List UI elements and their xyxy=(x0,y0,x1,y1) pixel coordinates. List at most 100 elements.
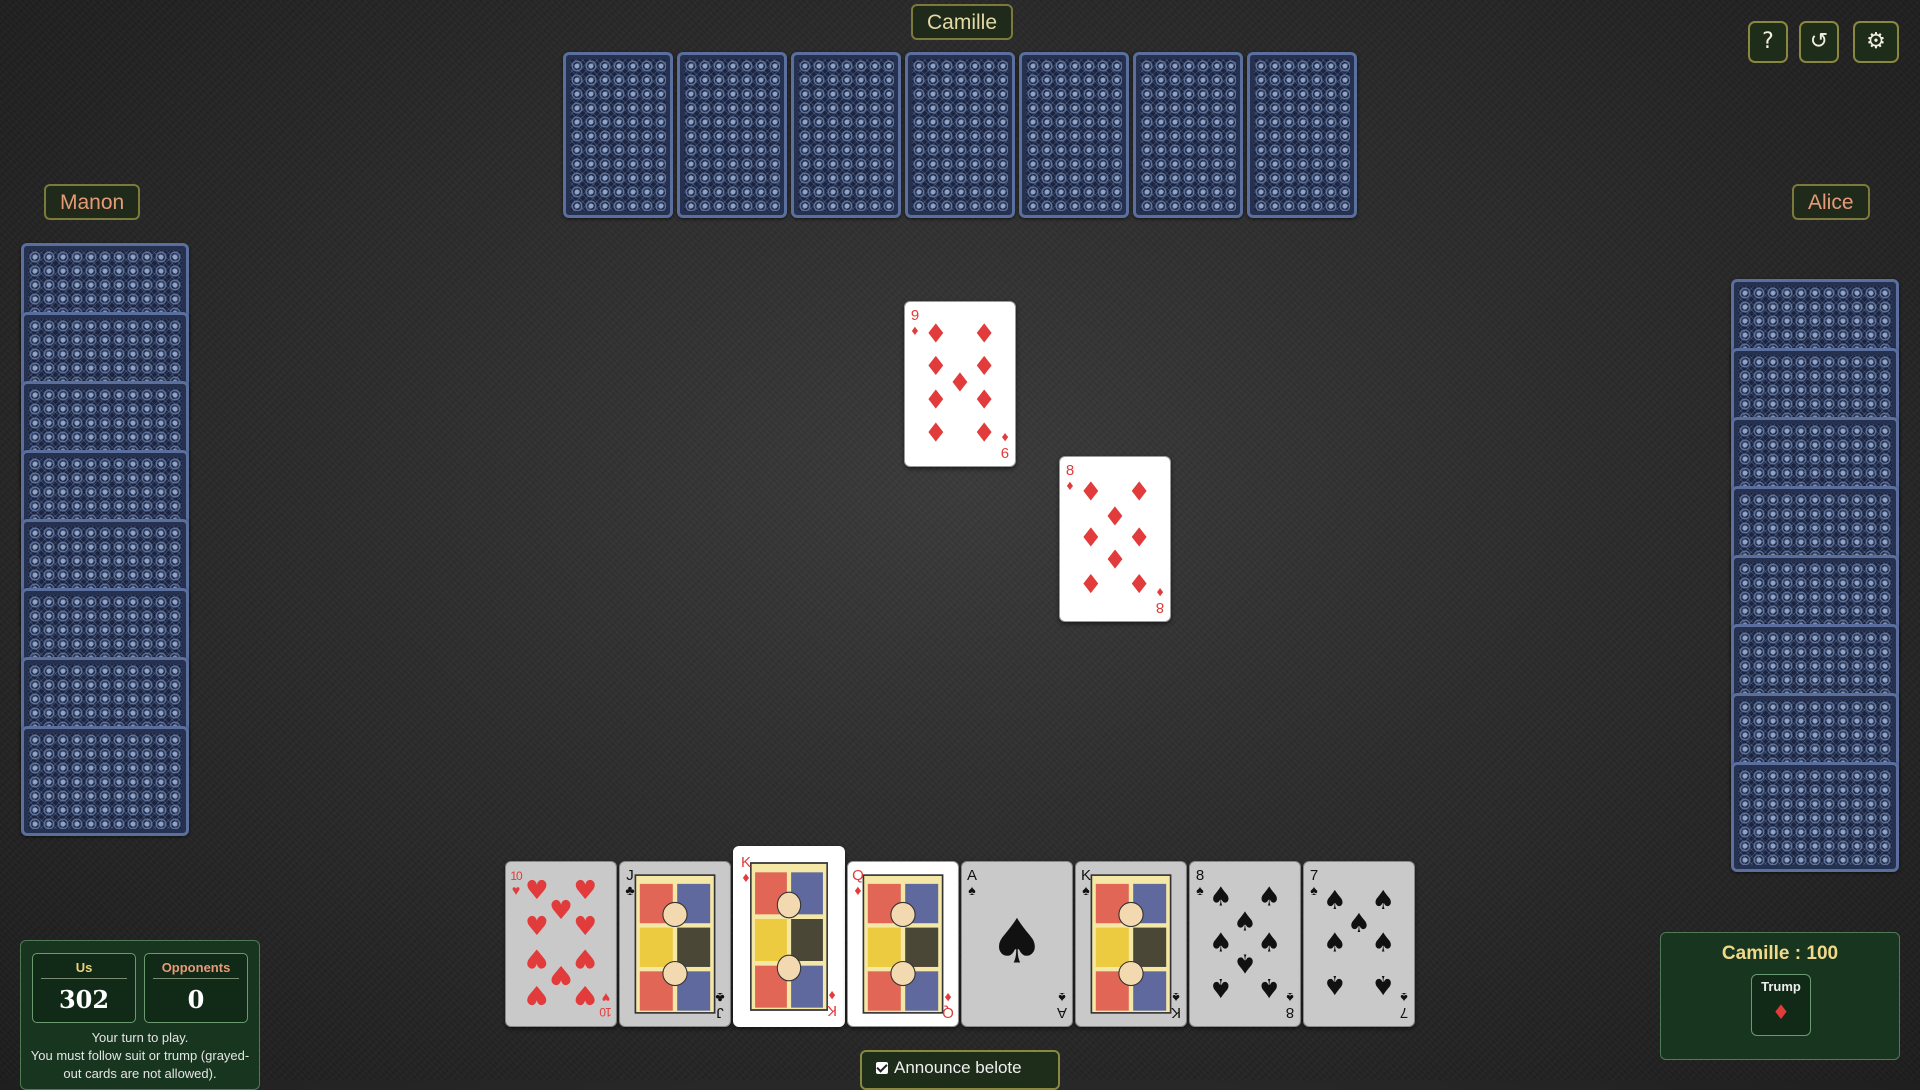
diamond-pip-icon: ♦ xyxy=(1127,524,1151,554)
card-corner-index: 7 ♠ xyxy=(1397,990,1411,1021)
club-icon: ♣ xyxy=(625,882,635,898)
diamond-pip-icon: ♦ xyxy=(1079,478,1103,508)
card-back xyxy=(791,52,901,218)
card-rank: 9 xyxy=(1000,444,1010,461)
card-rank: 8 xyxy=(1155,599,1165,616)
opponents-score: 0 xyxy=(187,985,205,1014)
card-rank: J xyxy=(626,867,634,884)
court-face xyxy=(662,960,688,987)
heart-pip-icon: ♥ xyxy=(549,959,573,989)
card-corner-index: 7 ♠ xyxy=(1307,867,1321,897)
played-card-right[interactable]: ♦ ♦ ♦ ♦ ♦ ♦ ♦ ♦ 8 ♦ 8 ♦ xyxy=(1059,456,1171,622)
heart-pip-icon: ♥ xyxy=(573,979,597,1009)
played-card-top[interactable]: ♦ ♦ ♦ ♦ ♦ ♦ ♦ ♦ ♦ 9 ♦ 9 ♦ xyxy=(904,301,1016,467)
diamond-pip-icon: ♦ xyxy=(1079,567,1103,597)
card-rank: 9 xyxy=(910,307,920,324)
card-corner-index: J ♣ xyxy=(713,990,727,1021)
checkbox-checked-icon[interactable] xyxy=(876,1062,888,1074)
status-line-1: Your turn to play. xyxy=(91,1030,189,1045)
court-robe xyxy=(755,919,787,961)
opponents-label: Opponents xyxy=(153,960,239,979)
spade-pip-icon: ♠ xyxy=(1257,972,1281,1002)
heart-pip-icon: ♥ xyxy=(573,912,597,942)
diamond-icon: ♦ xyxy=(911,322,919,338)
spade-pip-icon: ♠ xyxy=(1209,972,1233,1002)
spade-pip-icon: ♠ xyxy=(1209,883,1233,913)
hand-card: ♠ ♠ ♠ ♠ ♠ ♠ ♠ 7 ♠ 7 ♠ xyxy=(1303,861,1415,1027)
card-rank: K xyxy=(1080,867,1091,884)
heart-icon: ♥ xyxy=(511,882,521,898)
card-rank: A xyxy=(966,867,977,884)
diamond-pip-icon: ♦ xyxy=(924,352,948,382)
diamond-icon: ♦ xyxy=(1156,585,1164,601)
hand-card: J ♣ J ♣ xyxy=(619,861,731,1027)
card-back xyxy=(1247,52,1357,218)
card-rank: K xyxy=(1171,1004,1182,1021)
heart-pip-icon: ♥ xyxy=(525,912,549,942)
court-face xyxy=(890,960,916,987)
heart-pip-icon: ♥ xyxy=(525,943,549,973)
spade-pip-icon: ♠ xyxy=(1371,929,1395,959)
score-panel: Us 302 Opponents 0 Your turn to play. Yo… xyxy=(20,940,260,1090)
gear-icon: ⚙ xyxy=(1866,29,1886,54)
spade-pip-icon: ♠ xyxy=(1233,948,1257,978)
card-corner-index: 9 ♦ xyxy=(998,430,1012,461)
spade-icon: ♠ xyxy=(1172,990,1180,1006)
court-robe xyxy=(1095,927,1129,967)
card-corner-index: J ♣ xyxy=(623,867,637,898)
card-corner-index: A ♠ xyxy=(1055,990,1069,1021)
card-rank: J xyxy=(716,1004,724,1021)
player-name-right: Alice xyxy=(1792,184,1870,220)
card-rank: A xyxy=(1057,1004,1068,1021)
spade-pip-icon: ♠ xyxy=(1257,883,1281,913)
status-message: Your turn to play. You must follow suit … xyxy=(27,1029,253,1083)
card-rank: 10 xyxy=(600,1005,612,1019)
heart-pip-icon: ♥ xyxy=(573,943,597,973)
spade-icon: ♠ xyxy=(1082,882,1090,898)
card-rank: Q xyxy=(852,867,864,884)
court-robe xyxy=(677,927,711,967)
diamond-icon: ♦ xyxy=(1772,1000,1790,1024)
us-score: 302 xyxy=(58,985,110,1014)
announce-belote-toggle[interactable]: Announce belote xyxy=(860,1050,1060,1090)
card-rank: 8 xyxy=(1065,462,1075,479)
help-button[interactable]: ? xyxy=(1748,21,1788,63)
card-back xyxy=(563,52,673,218)
court-robe xyxy=(639,927,673,967)
status-line-2: You must follow suit or trump (grayed-ou… xyxy=(30,1048,250,1081)
hand-card[interactable]: K ♦ K ♦ xyxy=(733,846,845,1027)
hand-card: K ♠ K ♠ xyxy=(1075,861,1187,1027)
diamond-pip-icon: ♦ xyxy=(972,383,996,413)
card-rank: 7 xyxy=(1399,1004,1409,1021)
opponents-score-box: Opponents 0 xyxy=(144,953,248,1023)
card-rank: 7 xyxy=(1309,867,1319,884)
contract-panel: Camille : 100 Trump ♦ xyxy=(1660,932,1900,1060)
help-icon: ? xyxy=(1762,29,1774,54)
spade-ace-icon: ♠ xyxy=(989,907,1044,978)
card-rank: 8 xyxy=(1195,867,1205,884)
card-corner-index: Q ♦ xyxy=(941,990,955,1021)
court-robe xyxy=(867,927,901,967)
card-corner-index: K ♦ xyxy=(825,988,839,1019)
settings-button[interactable]: ⚙ xyxy=(1853,21,1899,63)
card-back xyxy=(1731,762,1899,872)
card-corner-index: 8 ♦ xyxy=(1153,585,1167,616)
undo-button[interactable]: ↺ xyxy=(1799,21,1839,63)
hand-card[interactable]: Q ♦ Q ♦ xyxy=(847,861,959,1027)
card-corner-index: A ♠ xyxy=(965,867,979,897)
diamond-icon: ♦ xyxy=(742,869,750,885)
trump-label: Trump xyxy=(1761,979,1801,994)
diamond-pip-icon: ♦ xyxy=(924,320,948,350)
card-corner-index: 8 ♠ xyxy=(1193,867,1207,897)
diamond-pip-icon: ♦ xyxy=(1103,502,1127,532)
diamond-pip-icon: ♦ xyxy=(972,416,996,446)
spade-icon: ♠ xyxy=(1058,990,1066,1006)
us-label: Us xyxy=(41,960,127,979)
diamond-pip-icon: ♦ xyxy=(1127,567,1151,597)
spade-pip-icon: ♠ xyxy=(1371,969,1395,999)
spade-pip-icon: ♠ xyxy=(1371,886,1395,916)
court-face xyxy=(1118,901,1144,928)
card-corner-index: K ♦ xyxy=(739,855,753,885)
heart-pip-icon: ♥ xyxy=(525,876,549,906)
court-face xyxy=(776,954,802,982)
